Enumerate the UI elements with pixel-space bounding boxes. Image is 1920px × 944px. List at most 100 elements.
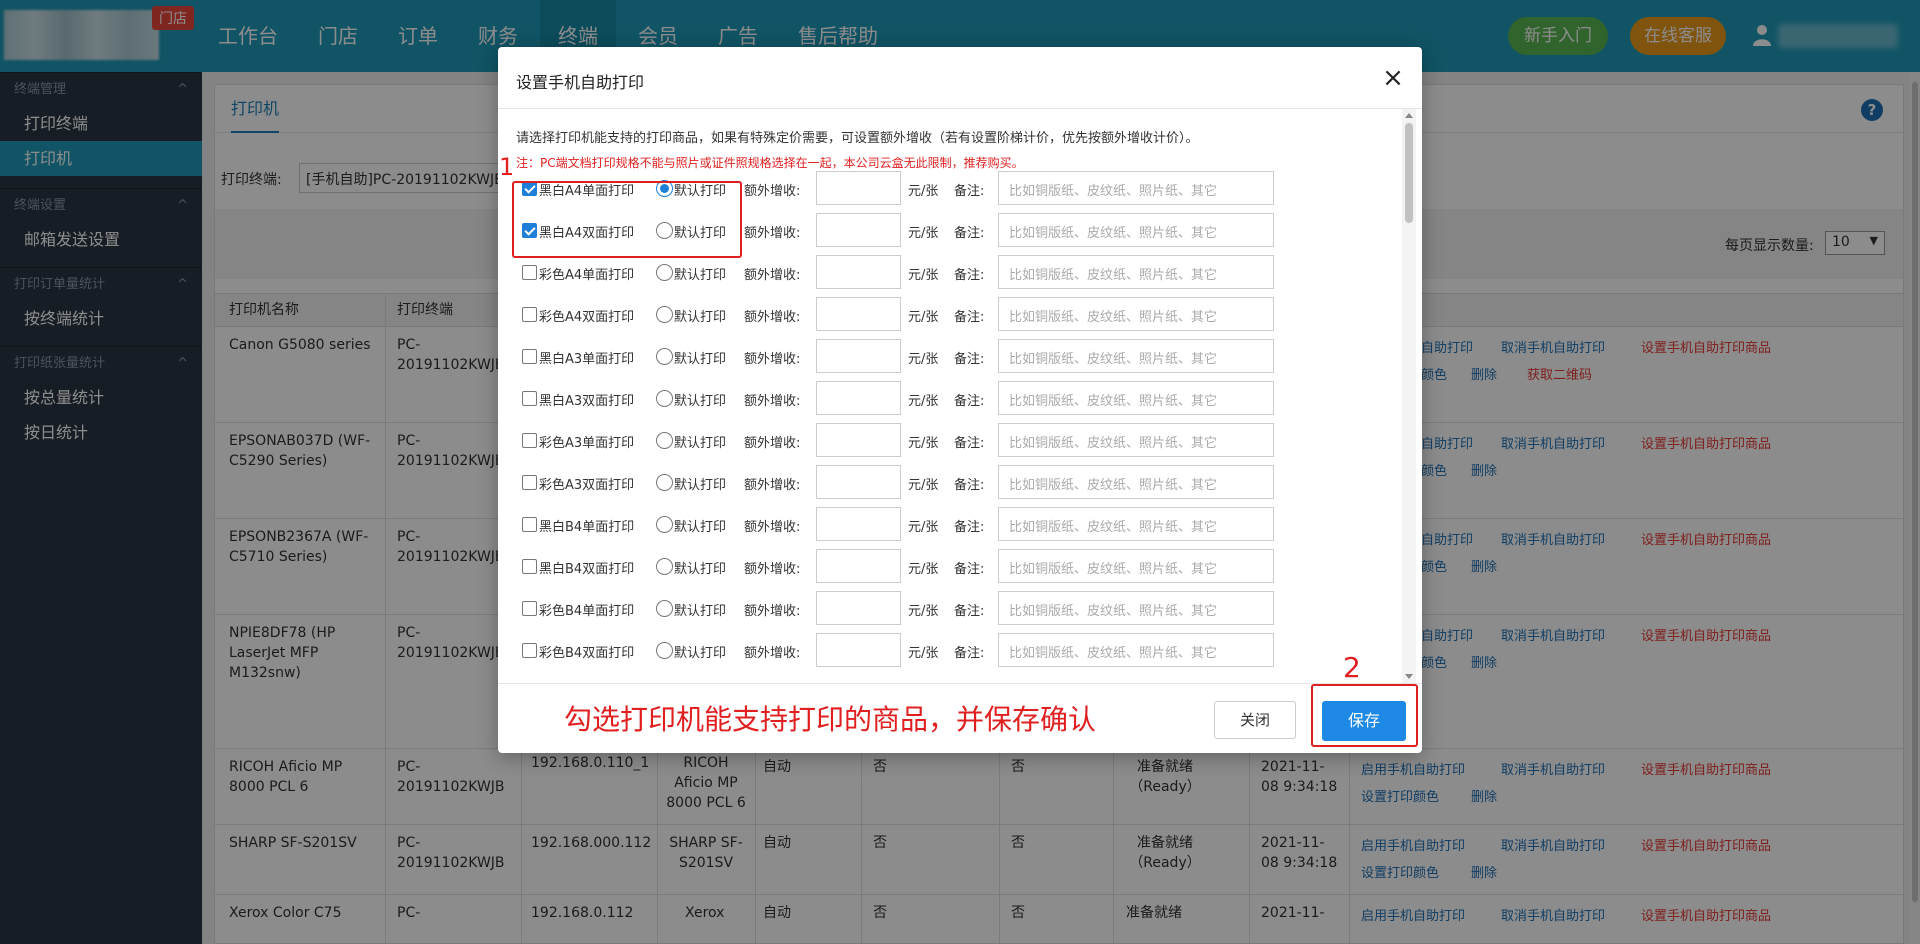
- extra-charge-input[interactable]: [816, 507, 901, 541]
- default-print-label: 默认打印: [674, 268, 727, 283]
- scroll-up-icon[interactable]: [1405, 113, 1413, 118]
- product-checkbox[interactable]: [522, 601, 537, 616]
- default-print-radio[interactable]: [656, 600, 673, 617]
- close-button[interactable]: 关闭: [1214, 701, 1296, 739]
- default-print-radio[interactable]: [656, 348, 673, 365]
- product-name: 彩色A3单面打印: [539, 436, 635, 451]
- self-print-settings-dialog: 设置手机自助打印 × 请选择打印机能支持的打印商品，如果有特殊定价需要，可设置额…: [498, 47, 1422, 753]
- dialog-scrollbar[interactable]: [1402, 109, 1416, 683]
- extra-charge-input[interactable]: [816, 633, 901, 667]
- product-checkbox[interactable]: [522, 643, 537, 658]
- product-checkbox[interactable]: [522, 265, 537, 280]
- remark-label: 备注:: [954, 352, 985, 367]
- dialog-note: 注：PC端文档打印规格不能与照片或证件照规格选择在一起，本公司云盒无此限制，推荐…: [516, 156, 1024, 170]
- default-print-radio[interactable]: [656, 390, 673, 407]
- unit-label: 元/张: [908, 310, 939, 325]
- remark-input[interactable]: 比如铜版纸、皮纹纸、照片纸、其它: [998, 423, 1274, 457]
- extra-charge-label: 额外增收:: [744, 184, 801, 199]
- dialog-intro: 请选择打印机能支持的打印商品，如果有特殊定价需要，可设置额外增收（若有设置阶梯计…: [516, 131, 1199, 146]
- product-row: 彩色B4双面打印 默认打印 额外增收: 元/张 备注: 比如铜版纸、皮纹纸、照片纸、其它: [522, 633, 1342, 669]
- remark-label: 备注:: [954, 604, 985, 619]
- product-checkbox[interactable]: [522, 559, 537, 574]
- default-print-radio[interactable]: [656, 558, 673, 575]
- default-print-label: 默认打印: [674, 646, 727, 661]
- product-name: 彩色A4单面打印: [539, 268, 635, 283]
- unit-label: 元/张: [908, 268, 939, 283]
- default-print-label: 默认打印: [674, 520, 727, 535]
- product-name: 彩色A3双面打印: [539, 478, 635, 493]
- remark-input[interactable]: 比如铜版纸、皮纹纸、照片纸、其它: [998, 549, 1274, 583]
- product-name: 黑白B4双面打印: [539, 562, 635, 577]
- unit-label: 元/张: [908, 520, 939, 535]
- default-print-radio[interactable]: [656, 264, 673, 281]
- close-icon[interactable]: ×: [1382, 65, 1404, 91]
- extra-charge-input[interactable]: [816, 339, 901, 373]
- remark-label: 备注:: [954, 520, 985, 535]
- unit-label: 元/张: [908, 604, 939, 619]
- remark-input[interactable]: 比如铜版纸、皮纹纸、照片纸、其它: [998, 213, 1274, 247]
- unit-label: 元/张: [908, 562, 939, 577]
- product-checkbox[interactable]: [522, 307, 537, 322]
- product-checkbox[interactable]: [522, 349, 537, 364]
- default-print-radio[interactable]: [656, 516, 673, 533]
- remark-label: 备注:: [954, 478, 985, 493]
- extra-charge-input[interactable]: [816, 465, 901, 499]
- product-row: 黑白B4双面打印 默认打印 额外增收: 元/张 备注: 比如铜版纸、皮纹纸、照片纸、其它: [522, 549, 1342, 585]
- default-print-label: 默认打印: [674, 478, 727, 493]
- product-checkbox[interactable]: [522, 433, 537, 448]
- extra-charge-input[interactable]: [816, 213, 901, 247]
- default-print-radio[interactable]: [656, 474, 673, 491]
- remark-input[interactable]: 比如铜版纸、皮纹纸、照片纸、其它: [998, 591, 1274, 625]
- default-print-radio[interactable]: [656, 432, 673, 449]
- extra-charge-label: 额外增收:: [744, 520, 801, 535]
- unit-label: 元/张: [908, 478, 939, 493]
- default-print-label: 默认打印: [674, 394, 727, 409]
- product-row: 黑白B4单面打印 默认打印 额外增收: 元/张 备注: 比如铜版纸、皮纹纸、照片纸、其它: [522, 507, 1342, 543]
- remark-label: 备注:: [954, 268, 985, 283]
- unit-label: 元/张: [908, 184, 939, 199]
- remark-label: 备注:: [954, 562, 985, 577]
- extra-charge-label: 额外增收:: [744, 394, 801, 409]
- extra-charge-input[interactable]: [816, 255, 901, 289]
- remark-label: 备注:: [954, 436, 985, 451]
- remark-label: 备注:: [954, 310, 985, 325]
- extra-charge-input[interactable]: [816, 381, 901, 415]
- default-print-label: 默认打印: [674, 436, 727, 451]
- dialog-title: 设置手机自助打印: [516, 73, 645, 92]
- default-print-label: 默认打印: [674, 604, 727, 619]
- remark-input[interactable]: 比如铜版纸、皮纹纸、照片纸、其它: [998, 507, 1274, 541]
- extra-charge-input[interactable]: [816, 549, 901, 583]
- extra-charge-label: 额外增收:: [744, 562, 801, 577]
- remark-input[interactable]: 比如铜版纸、皮纹纸、照片纸、其它: [998, 633, 1274, 667]
- extra-charge-label: 额外增收:: [744, 646, 801, 661]
- step-2-highlight: [1311, 684, 1418, 747]
- extra-charge-label: 额外增收:: [744, 268, 801, 283]
- default-print-radio[interactable]: [656, 306, 673, 323]
- remark-label: 备注:: [954, 226, 985, 241]
- product-checkbox[interactable]: [522, 391, 537, 406]
- default-print-label: 默认打印: [674, 562, 727, 577]
- extra-charge-input[interactable]: [816, 591, 901, 625]
- product-row: 彩色A4单面打印 默认打印 额外增收: 元/张 备注: 比如铜版纸、皮纹纸、照片纸、其它: [522, 255, 1342, 291]
- remark-input[interactable]: 比如铜版纸、皮纹纸、照片纸、其它: [998, 381, 1274, 415]
- extra-charge-input[interactable]: [816, 297, 901, 331]
- remark-input[interactable]: 比如铜版纸、皮纹纸、照片纸、其它: [998, 339, 1274, 373]
- product-name: 黑白A3单面打印: [539, 352, 635, 367]
- remark-input[interactable]: 比如铜版纸、皮纹纸、照片纸、其它: [998, 255, 1274, 289]
- product-checkbox[interactable]: [522, 517, 537, 532]
- product-row: 彩色A3单面打印 默认打印 额外增收: 元/张 备注: 比如铜版纸、皮纹纸、照片纸、其它: [522, 423, 1342, 459]
- remark-input[interactable]: 比如铜版纸、皮纹纸、照片纸、其它: [998, 297, 1274, 331]
- unit-label: 元/张: [908, 646, 939, 661]
- scroll-down-icon[interactable]: [1405, 674, 1413, 679]
- extra-charge-input[interactable]: [816, 423, 901, 457]
- product-checkbox[interactable]: [522, 475, 537, 490]
- step-1-marker: 1: [499, 153, 515, 181]
- unit-label: 元/张: [908, 394, 939, 409]
- product-row: 黑白A3双面打印 默认打印 额外增收: 元/张 备注: 比如铜版纸、皮纹纸、照片纸、其它: [522, 381, 1342, 417]
- remark-input[interactable]: 比如铜版纸、皮纹纸、照片纸、其它: [998, 465, 1274, 499]
- extra-charge-input[interactable]: [816, 171, 901, 205]
- product-name: 黑白B4单面打印: [539, 520, 635, 535]
- extra-charge-label: 额外增收:: [744, 226, 801, 241]
- remark-input[interactable]: 比如铜版纸、皮纹纸、照片纸、其它: [998, 171, 1274, 205]
- default-print-radio[interactable]: [656, 642, 673, 659]
